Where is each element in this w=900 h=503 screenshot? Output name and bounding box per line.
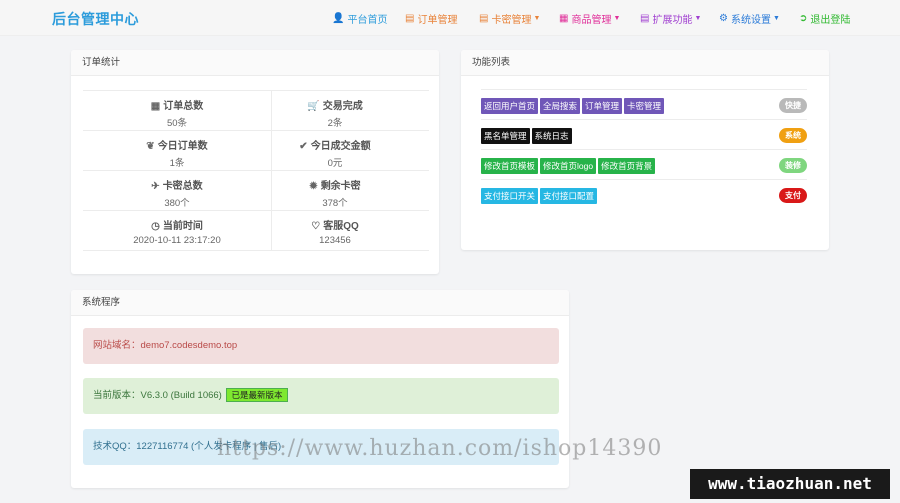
stat-value: 2条: [327, 118, 343, 129]
stat-title: 当前时间: [162, 221, 203, 232]
tag-payment-switch[interactable]: 支付接口开关: [481, 188, 539, 204]
tag-back-home[interactable]: 返回用户首页: [481, 98, 539, 114]
clock-icon: ◷: [151, 221, 160, 232]
stat-title: 剩余卡密: [320, 181, 361, 192]
stat-title: 订单总数: [163, 101, 204, 112]
stat-title: 卡密总数: [162, 181, 203, 192]
function-row-decor: 修改首页模板 修改首页logo 修改首页背景 装修: [481, 149, 807, 179]
list-icon: ▤: [405, 13, 415, 24]
stat-today-amount: ✔ 今日成交金额 0元: [241, 130, 429, 170]
doc-icon: ▤: [640, 13, 650, 24]
nav-logout-label: 退出登陆: [810, 15, 851, 26]
stat-title: 客服QQ: [323, 221, 359, 232]
card-icon: ▤: [479, 13, 489, 24]
stat-title: 今日订单数: [157, 141, 208, 152]
stat-title: 交易完成: [322, 101, 363, 112]
heart-icon: ♡: [311, 221, 321, 232]
grid-icon: ▦: [559, 13, 569, 24]
stat-card-remaining: ✹ 剩余卡密 378个: [241, 170, 429, 210]
nav-orders[interactable]: ▤ 订单管理: [405, 11, 457, 26]
nav-orders-label: 订单管理: [417, 15, 458, 26]
tag-blacklist[interactable]: 黑名单管理: [481, 128, 530, 144]
nav-extensions-label: 扩展功能: [652, 15, 693, 26]
chevron-down-icon: ▼: [613, 15, 621, 22]
stats-panel: 订单统计 ▦ 订单总数 50条 🛒 交易完成 2条 ❦ 今日订单数 1条 ✔ 今日成交金…: [71, 50, 439, 274]
status-badge: 快捷: [779, 98, 807, 113]
function-row-quick: 返回用户首页 全局搜索 订单管理 卡密管理 快捷: [481, 89, 807, 119]
system-panel-title: 系统程序: [71, 290, 569, 316]
tag-system-log[interactable]: 系统日志: [531, 128, 572, 144]
nav-home[interactable]: 👤 平台首页: [332, 11, 387, 26]
chevron-down-icon: ▼: [772, 15, 780, 22]
nav-cards[interactable]: ▤ 卡密管理 ▼: [479, 11, 540, 26]
domain-alert: 网站域名：demo7.codesdemo.top: [83, 328, 559, 364]
nav-extensions[interactable]: ▤ 扩展功能 ▼: [640, 11, 701, 26]
plane-icon: ✈: [151, 181, 160, 192]
stats-panel-title: 订单统计: [71, 50, 439, 76]
status-badge: 系统: [779, 128, 807, 143]
site-watermark: www.tiaozhuan.net: [690, 469, 890, 499]
version-text: 当前版本：V6.3.0 (Build 1066): [93, 390, 222, 401]
tag-payment-config[interactable]: 支付接口配置: [540, 188, 598, 204]
function-row-payment: 支付接口开关 支付接口配置 支付: [481, 179, 807, 209]
nav-logout[interactable]: ➲ 退出登陆: [799, 11, 850, 26]
nav-goods-label: 商品管理: [571, 15, 612, 26]
exit-icon: ➲: [799, 13, 808, 24]
version-badge: 已是最新版本: [226, 388, 288, 402]
stat-service-qq: ♡ 客服QQ 123456: [241, 210, 429, 250]
status-badge: 支付: [779, 188, 807, 203]
leaf-icon: ❦: [146, 141, 155, 152]
nav-settings[interactable]: ⚙ 系统设置 ▼: [719, 11, 780, 26]
divider: [83, 250, 429, 251]
tag-card-manage[interactable]: 卡密管理: [624, 98, 665, 114]
gear-icon: ⚙: [719, 13, 728, 24]
version-alert: 当前版本：V6.3.0 (Build 1066) 已是最新版本: [83, 378, 559, 414]
nav-goods[interactable]: ▦ 商品管理 ▼: [559, 11, 620, 26]
sun-icon: ✹: [309, 181, 318, 192]
tag-global-search[interactable]: 全局搜索: [540, 98, 581, 114]
grid-icon: ▦: [150, 101, 161, 112]
stat-value: 378个: [322, 198, 348, 209]
tag-edit-logo[interactable]: 修改首页logo: [540, 158, 597, 174]
domain-text: 网站域名：demo7.codesdemo.top: [93, 340, 238, 351]
function-panel: 功能列表 返回用户首页 全局搜索 订单管理 卡密管理 快捷 黑名单管理 系统日志 系统 …: [461, 50, 829, 250]
status-badge: 装修: [779, 158, 807, 173]
tag-edit-template[interactable]: 修改首页模板: [481, 158, 539, 174]
check-icon: ✔: [299, 141, 308, 152]
tag-edit-background[interactable]: 修改首页背景: [598, 158, 656, 174]
function-row-system: 黑名单管理 系统日志 系统: [481, 119, 807, 149]
chevron-down-icon: ▼: [694, 15, 702, 22]
brand-title[interactable]: 后台管理中心: [52, 9, 139, 29]
function-panel-title: 功能列表: [461, 50, 829, 76]
nav-home-label: 平台首页: [347, 15, 388, 26]
nav-settings-label: 系统设置: [730, 15, 771, 26]
stat-title: 今日成交金额: [310, 141, 371, 152]
cart-icon: 🛒: [307, 101, 320, 112]
nav-cards-label: 卡密管理: [491, 15, 532, 26]
chevron-down-icon: ▼: [533, 15, 541, 22]
stat-completed: 🛒 交易完成 2条: [241, 90, 429, 130]
top-navbar: 后台管理中心 👤 平台首页 ▤ 订单管理 ▤ 卡密管理 ▼ ▦ 商品管理 ▼ ▤…: [0, 0, 900, 36]
stat-value: 0元: [327, 158, 343, 169]
stat-value: 123456: [319, 235, 351, 246]
url-watermark: https://www.huzhan.com/ishop14390: [217, 436, 663, 461]
user-icon: 👤: [332, 13, 345, 24]
tag-order-manage[interactable]: 订单管理: [582, 98, 623, 114]
